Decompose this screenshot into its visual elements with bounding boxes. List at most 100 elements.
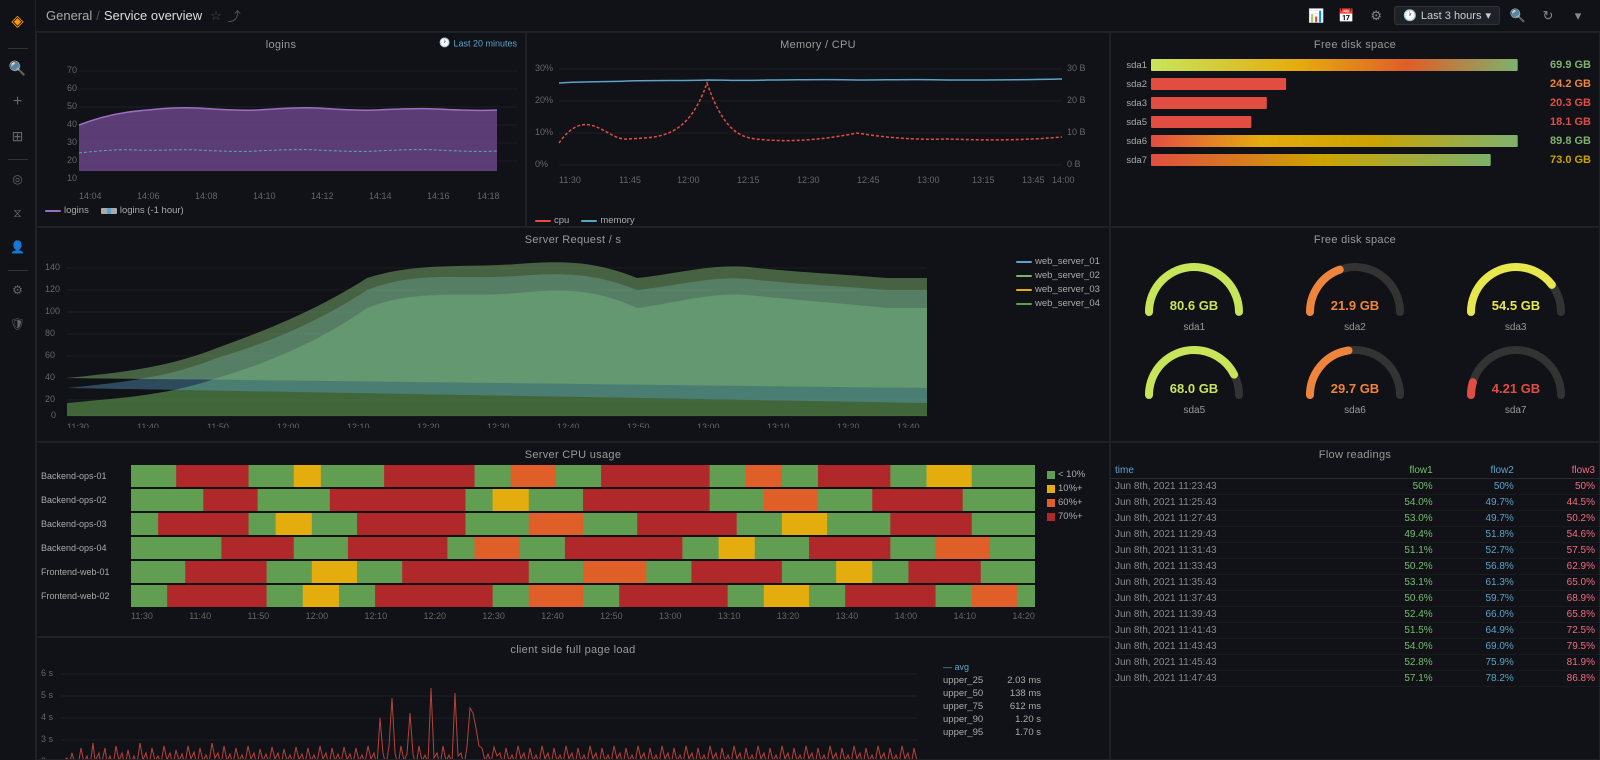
share-icon[interactable]: ⤴ (228, 6, 241, 25)
svg-text:20%: 20% (535, 95, 553, 105)
cpu-usage-content: Backend-ops-01 (37, 463, 1109, 625)
logins-badge: 🕐 Last 20 minutes (439, 38, 517, 49)
svg-text:13:40: 13:40 (897, 422, 920, 428)
logins-legend: logins logins (-1 hour) (37, 203, 525, 218)
flow-table-row: Jun 8th, 2021 11:23:43 50% 50% 50% (1111, 479, 1599, 495)
heatmap-row-frontend01: Frontend-web-01 (41, 561, 1035, 583)
svg-text:30 B: 30 B (1067, 63, 1086, 73)
shield-icon[interactable]: 🛡 (3, 309, 33, 339)
page-load-legend: — avg upper_252.03 ms upper_50138 ms upp… (937, 658, 1047, 757)
time-range-button[interactable]: 🕐 Last 3 hours ▾ (1394, 6, 1500, 25)
server-request-title: Server Request / s (37, 228, 1109, 248)
breadcrumb-sep: / (96, 8, 100, 23)
svg-text:12:50: 12:50 (627, 422, 650, 428)
svg-text:30%: 30% (535, 63, 553, 73)
svg-text:120: 120 (45, 284, 60, 294)
memory-cpu-title: Memory / CPU (527, 33, 1109, 53)
info-icon: 🕐 (439, 38, 450, 49)
svg-text:20 B: 20 B (1067, 95, 1086, 105)
memory-cpu-chart: 30% 20% 10% 0% 30 B 20 B 10 B 0 B 11:30 … (527, 53, 1102, 213)
dashboard-icon[interactable]: 👤 (3, 232, 33, 262)
svg-text:50: 50 (67, 101, 77, 111)
flow-table-row: Jun 8th, 2021 11:35:43 53.1% 61.3% 65.0% (1111, 575, 1599, 591)
svg-text:20: 20 (45, 394, 55, 404)
svg-text:12:45: 12:45 (857, 175, 880, 185)
cpu-legend: < 10% 10%+ 60%+ 70%+ (1039, 463, 1109, 625)
logins-chart: 70 60 50 40 30 20 10 14:04 (37, 53, 526, 203)
svg-text:14:04: 14:04 (79, 191, 102, 201)
refresh-icon[interactable]: ↻ (1536, 4, 1560, 28)
disk-row-sda2: sda2 24.2 GB (1119, 76, 1591, 92)
svg-text:0 B: 0 B (1067, 159, 1081, 169)
disk-row-sda5: sda5 18.1 GB (1119, 114, 1591, 130)
chart-type-icon[interactable]: 📊 (1304, 4, 1328, 28)
page-load-title: client side full page load (37, 638, 1109, 658)
heatmap-row-backend04: Backend-ops-04 (41, 537, 1035, 559)
grid-icon[interactable]: ⊞ (3, 121, 33, 151)
svg-text:14:10: 14:10 (253, 191, 276, 201)
page-load-content: 6 s 5 s 4 s 3 s 2 s — av (37, 658, 1109, 757)
svg-text:14:08: 14:08 (195, 191, 218, 201)
zoom-out-icon[interactable]: 🔍 (1506, 4, 1530, 28)
svg-text:12:15: 12:15 (737, 175, 760, 185)
flow-table-container[interactable]: time flow1 flow2 flow3 Jun 8th, 2021 11:… (1111, 463, 1599, 757)
heatmap-row-frontend02: Frontend-web-02 (41, 585, 1035, 607)
topbar: General / Service overview ☆ ⤴ 📊 📅 ⚙ 🕐 L… (36, 0, 1600, 32)
flow-table-row: Jun 8th, 2021 11:39:43 52.4% 66.0% 65.8% (1111, 607, 1599, 623)
svg-text:40: 40 (45, 372, 55, 382)
app-logo[interactable]: ◈ (3, 6, 33, 36)
flow-header-time: time (1111, 463, 1356, 479)
svg-text:80: 80 (45, 328, 55, 338)
svg-text:14:00: 14:00 (1052, 175, 1075, 185)
disk-row-sda1: sda1 69.9 GB (1119, 57, 1591, 73)
star-icon[interactable]: ☆ (210, 8, 222, 24)
calendar-icon[interactable]: 📅 (1334, 4, 1358, 28)
flow-header-flow1: flow1 (1356, 463, 1437, 479)
time-range-label: Last 3 hours (1421, 10, 1482, 22)
svg-text:12:10: 12:10 (347, 422, 370, 428)
svg-text:2 s: 2 s (41, 756, 54, 760)
svg-text:21.9 GB: 21.9 GB (1331, 298, 1379, 313)
search-icon[interactable]: 🔍 (3, 53, 33, 83)
add-icon[interactable]: + (3, 87, 33, 117)
svg-text:80.6 GB: 80.6 GB (1170, 298, 1218, 313)
svg-text:12:00: 12:00 (677, 175, 700, 185)
svg-text:10 B: 10 B (1067, 127, 1086, 137)
breadcrumb-home[interactable]: General (46, 8, 92, 23)
svg-text:14:06: 14:06 (137, 191, 160, 201)
disk-bars: sda1 69.9 GB sda2 (1111, 53, 1599, 175)
svg-text:60: 60 (45, 350, 55, 360)
settings-icon[interactable]: ⚙ (1364, 4, 1388, 28)
flow-panel: Flow readings time flow1 flow2 flow3 Jun… (1110, 442, 1600, 760)
svg-text:14:16: 14:16 (427, 191, 450, 201)
free-disk-gauge-panel: Free disk space 80.6 GB sda1 (1110, 227, 1600, 442)
heatmap-rows: Backend-ops-01 (37, 463, 1039, 625)
server-request-panel: Server Request / s 140 120 100 80 60 40 … (36, 227, 1110, 442)
heatmap-row-backend02: Backend-ops-02 (41, 489, 1035, 511)
clock-icon[interactable]: ⧖ (3, 198, 33, 228)
disk-row-sda7: sda7 73.0 GB (1119, 152, 1591, 168)
flow-table-row: Jun 8th, 2021 11:33:43 50.2% 56.8% 62.9% (1111, 559, 1599, 575)
svg-text:0: 0 (51, 410, 56, 420)
expand-icon[interactable]: ▾ (1566, 4, 1590, 28)
svg-text:68.0 GB: 68.0 GB (1170, 381, 1218, 396)
flow-table-row: Jun 8th, 2021 11:29:43 49.4% 51.8% 54.6% (1111, 527, 1599, 543)
server-request-legend: web_server_01 web_server_02 web_server_0… (1012, 248, 1104, 429)
svg-text:14:12: 14:12 (311, 191, 334, 201)
svg-text:13:00: 13:00 (697, 422, 720, 428)
gauges-grid: 80.6 GB sda1 21.9 GB sda2 (1111, 248, 1599, 420)
flow-table-row: Jun 8th, 2021 11:43:43 54.0% 69.0% 79.5% (1111, 639, 1599, 655)
flow-table-row: Jun 8th, 2021 11:27:43 53.0% 49.7% 50.2% (1111, 511, 1599, 527)
svg-text:11:30: 11:30 (67, 422, 89, 428)
alert-icon[interactable]: ◎ (3, 164, 33, 194)
dashboard: logins 🕐 Last 20 minutes 70 60 50 40 30 … (36, 32, 1600, 760)
gauge-sda5: 68.0 GB sda5 (1115, 335, 1274, 416)
settings-icon[interactable]: ⚙ (3, 275, 33, 305)
svg-text:140: 140 (45, 262, 60, 272)
logins-title: logins (266, 33, 297, 53)
heatmap-row-backend03: Backend-ops-03 (41, 513, 1035, 535)
svg-text:10: 10 (67, 173, 77, 183)
svg-text:11:50: 11:50 (207, 422, 229, 428)
svg-text:11:40: 11:40 (137, 422, 159, 428)
logins-header: logins 🕐 Last 20 minutes (37, 33, 525, 53)
